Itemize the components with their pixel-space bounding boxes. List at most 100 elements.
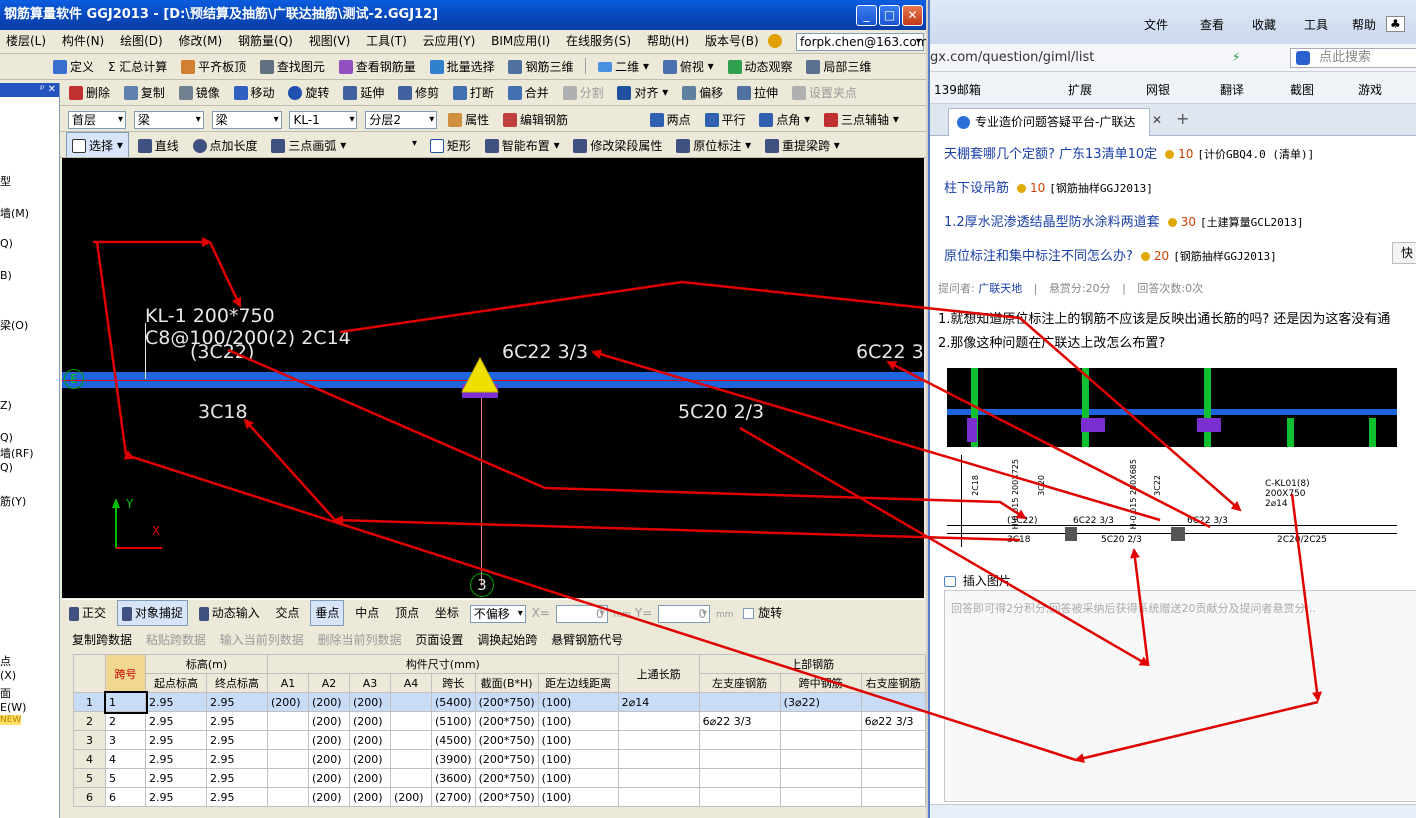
- table-cell[interactable]: [267, 711, 309, 731]
- table-row[interactable]: 5 5 2.95 2.95 (200) (200) (3600) (200*750) (100): [73, 768, 926, 788]
- tree-item[interactable]: 梁(O): [0, 317, 28, 333]
- table-cell[interactable]: [390, 692, 432, 712]
- select-button[interactable]: 选择 ▾: [66, 132, 129, 157]
- arc-option-dropdown[interactable]: [357, 136, 419, 154]
- table-cell[interactable]: (200): [349, 749, 391, 769]
- menu-item[interactable]: 修改(M): [173, 30, 229, 52]
- table-cell[interactable]: (200*750): [474, 768, 539, 788]
- span-number-header[interactable]: 跨号: [105, 654, 146, 693]
- three-point-arc-dropdown[interactable]: 三点画弧 ▾: [266, 133, 351, 157]
- tree-item[interactable]: 墙(RF): [0, 445, 34, 461]
- paste-span-data-button[interactable]: 粘贴跨数据: [146, 633, 206, 647]
- question-item[interactable]: 柱下设吊筋 10 [钢筋抽样GGJ2013]: [944, 177, 1153, 196]
- table-cell[interactable]: (200): [267, 692, 309, 712]
- question-title[interactable]: 天棚套哪几个定额? 广东13清单10定: [944, 147, 1157, 162]
- intersection-snap[interactable]: 交点: [271, 600, 305, 626]
- tree-item[interactable]: 面: [0, 685, 11, 701]
- table-cell[interactable]: [779, 749, 862, 769]
- table-cell[interactable]: (5100): [431, 711, 476, 731]
- tree-item[interactable]: B): [0, 269, 12, 282]
- offset-mode-select[interactable]: 不偏移: [469, 604, 526, 623]
- find-element-button[interactable]: 查找图元: [255, 54, 330, 79]
- floor-select[interactable]: 首层: [68, 110, 126, 129]
- table-cell[interactable]: [860, 768, 926, 788]
- table-cell[interactable]: 4: [105, 749, 146, 769]
- table-cell[interactable]: (200): [308, 749, 350, 769]
- menu-item[interactable]: 视图(V): [303, 30, 357, 52]
- table-cell[interactable]: [698, 692, 781, 712]
- tree-item[interactable]: 筋(Y): [0, 493, 26, 509]
- menu-item[interactable]: 钢筋量(Q): [232, 30, 299, 52]
- table-cell[interactable]: (200): [349, 711, 391, 731]
- table-cell[interactable]: (200*750): [474, 730, 539, 750]
- table-cell[interactable]: 2.95: [206, 749, 268, 769]
- rotate-checkbox[interactable]: [743, 608, 755, 619]
- table-cell[interactable]: (200): [349, 730, 391, 750]
- tree-item[interactable]: 墙(M): [0, 205, 29, 221]
- close-button[interactable]: ✕: [902, 5, 923, 26]
- reextract-span-dropdown[interactable]: 重提梁跨 ▾: [760, 133, 845, 157]
- question-screenshot[interactable]: [947, 368, 1397, 447]
- table-cell[interactable]: [617, 730, 700, 750]
- question-category[interactable]: [钢筋抽样GGJ2013]: [1173, 250, 1277, 263]
- structural-drawing[interactable]: C-KL01(8) 200X750 2⌀14 (3C22) 6C22 3/3 6…: [947, 455, 1397, 547]
- browser-shirt-icon[interactable]: ♣: [1386, 16, 1405, 32]
- top-view-dropdown[interactable]: 俯视 ▾: [658, 54, 719, 79]
- table-cell[interactable]: 2.95: [206, 787, 268, 807]
- table-cell[interactable]: (200*750): [474, 749, 539, 769]
- properties-button[interactable]: 属性: [443, 107, 494, 131]
- smiley-icon[interactable]: [768, 34, 783, 48]
- set-grip-button[interactable]: 设置夹点: [787, 80, 862, 105]
- y-input[interactable]: 0: [658, 604, 711, 623]
- table-cell[interactable]: 2.95: [206, 711, 268, 731]
- coordinate-snap[interactable]: 坐标: [430, 600, 464, 626]
- offset-button[interactable]: 偏移: [677, 80, 728, 105]
- table-cell[interactable]: [267, 749, 309, 769]
- tree-item[interactable]: Q): [0, 461, 13, 474]
- trim-button[interactable]: 修剪: [393, 80, 444, 105]
- table-cell[interactable]: [698, 787, 781, 807]
- page-setup-button[interactable]: 页面设置: [415, 633, 463, 647]
- table-cell[interactable]: (200): [308, 787, 350, 807]
- menu-item[interactable]: 帮助(H): [641, 30, 695, 52]
- menu-item[interactable]: 在线服务(S): [560, 30, 637, 52]
- menu-item[interactable]: 绘图(D): [114, 30, 169, 52]
- table-cell[interactable]: 6⌀22 3/3: [698, 711, 781, 731]
- new-tab-button[interactable]: +: [1176, 109, 1189, 128]
- table-cell[interactable]: (100): [537, 711, 619, 731]
- table-cell[interactable]: 2.95: [145, 749, 207, 769]
- table-cell[interactable]: [617, 711, 700, 731]
- table-cell[interactable]: [617, 787, 700, 807]
- element-select[interactable]: KL-1: [289, 110, 358, 129]
- tree-item[interactable]: Q): [0, 237, 13, 250]
- answer-textarea[interactable]: 回答即可得2分积分,回答被采纳后获得系统赠送20贡献分及提问者悬赏分...: [944, 590, 1416, 802]
- merge-button[interactable]: 合并: [503, 80, 554, 105]
- local-3d-button[interactable]: 局部三维: [801, 54, 876, 79]
- rotate-button[interactable]: 旋转: [283, 80, 334, 105]
- table-cell[interactable]: [390, 711, 432, 731]
- column-marker[interactable]: [458, 356, 502, 400]
- tree-item[interactable]: (X): [0, 669, 16, 682]
- search-engine-icon[interactable]: [1296, 51, 1310, 65]
- table-cell[interactable]: 2⌀14: [617, 692, 700, 712]
- table-cell[interactable]: (4500): [431, 730, 476, 750]
- flush-slab-button[interactable]: 平齐板顶: [176, 54, 251, 79]
- table-cell[interactable]: 2.95: [206, 692, 268, 712]
- table-cell[interactable]: [860, 749, 926, 769]
- table-cell[interactable]: [860, 730, 926, 750]
- line-button[interactable]: 直线: [133, 133, 184, 157]
- break-button[interactable]: 打断: [448, 80, 499, 105]
- table-cell[interactable]: (200): [349, 787, 391, 807]
- table-cell[interactable]: (200): [308, 711, 350, 731]
- perpendicular-snap[interactable]: 垂点: [310, 600, 345, 626]
- table-cell[interactable]: 5: [105, 768, 146, 788]
- ortho-toggle[interactable]: 正交: [64, 600, 111, 626]
- menu-item[interactable]: 楼层(L): [0, 30, 52, 52]
- batch-select-button[interactable]: 批量选择: [425, 54, 500, 79]
- move-button[interactable]: 移动: [229, 80, 280, 105]
- delete-column-data-button[interactable]: 删除当前列数据: [318, 633, 402, 647]
- table-cell[interactable]: (200*750): [474, 711, 539, 731]
- question-category[interactable]: [钢筋抽样GGJ2013]: [1049, 182, 1153, 195]
- table-cell[interactable]: 2.95: [206, 730, 268, 750]
- table-cell[interactable]: [779, 730, 862, 750]
